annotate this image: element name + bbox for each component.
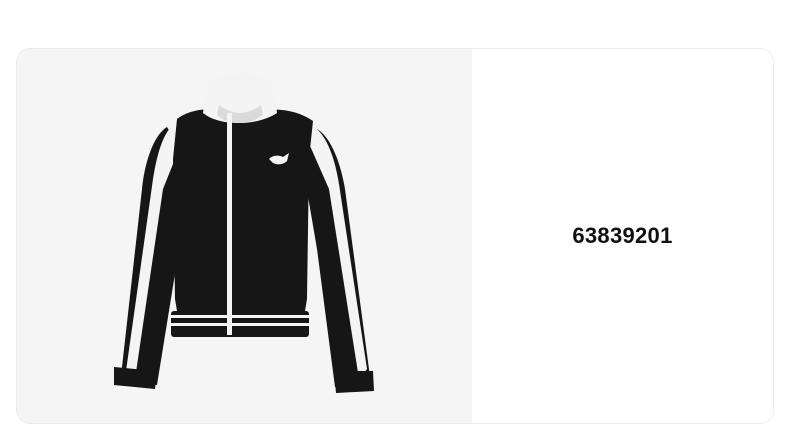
jacket-body (173, 109, 313, 311)
right-cuff (334, 371, 374, 393)
product-card[interactable]: 63839201 (16, 48, 774, 424)
zipper (227, 113, 232, 335)
waistband-stripe-1 (171, 315, 309, 318)
product-image[interactable] (17, 49, 472, 423)
jacket-icon (114, 74, 374, 393)
product-info: 63839201 (472, 49, 773, 423)
sku-text: 63839201 (572, 223, 673, 248)
waistband-stripe-2 (171, 323, 309, 326)
